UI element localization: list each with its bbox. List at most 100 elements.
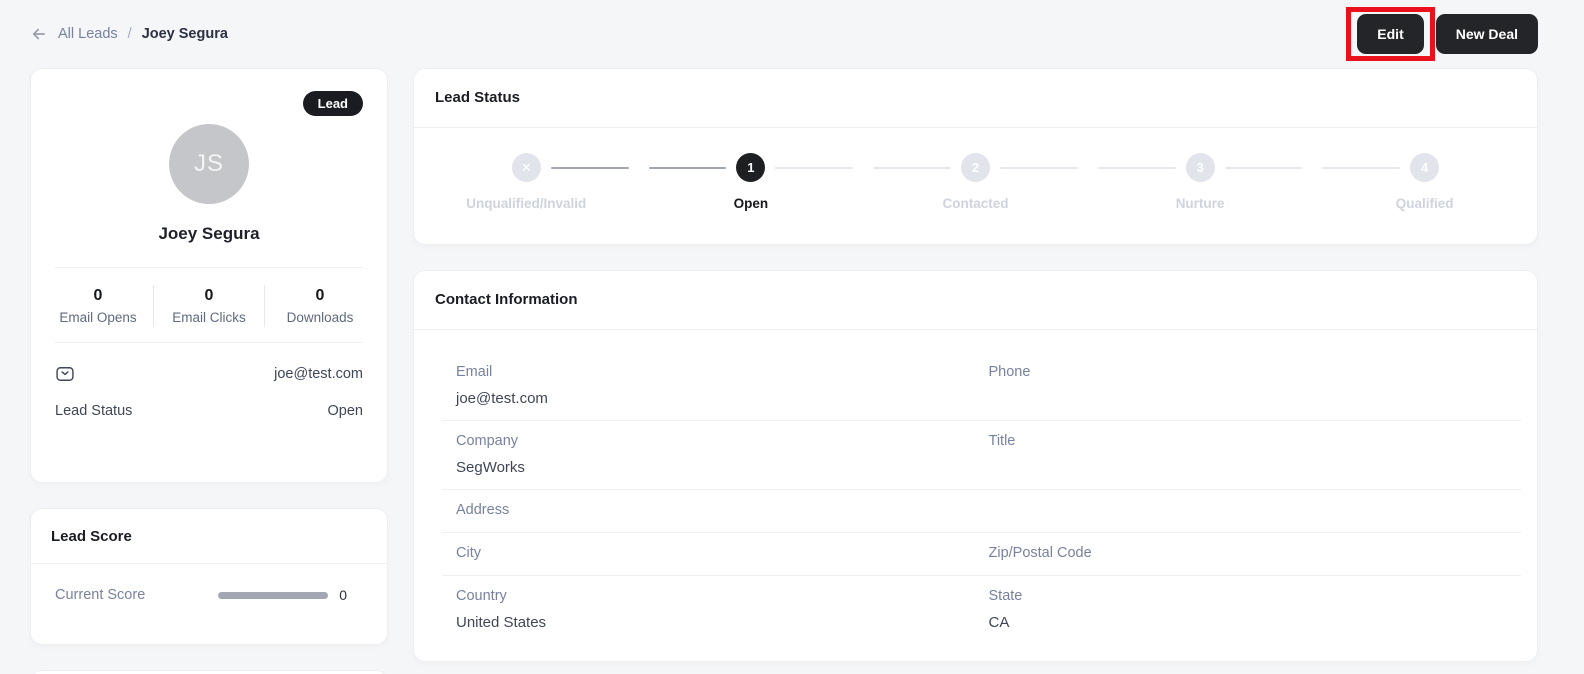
- email-row: joe@test.com: [55, 364, 363, 384]
- step-connector: [873, 166, 951, 169]
- step-connector: [1224, 166, 1303, 169]
- stat-value: 0: [315, 287, 325, 304]
- field-value: United States: [456, 614, 547, 631]
- stat-downloads: 0 Downloads: [264, 285, 375, 327]
- contact-information-card: Contact Information Email joe@test.com P…: [413, 270, 1538, 662]
- field-country: Country United States: [456, 586, 989, 633]
- step-qualified[interactable]: 4 Qualified: [1312, 153, 1537, 211]
- lead-status-value: Open: [327, 403, 363, 419]
- breadcrumb-all-leads[interactable]: All Leads: [58, 26, 118, 42]
- step-connector: [550, 166, 629, 169]
- step-label: Open: [733, 196, 769, 211]
- contact-row-company-title: Company SegWorks Title: [442, 421, 1521, 490]
- score-progress-bar: [218, 591, 329, 599]
- stat-value: 0: [93, 287, 103, 304]
- breadcrumb: All Leads / Joey Segura: [30, 25, 228, 43]
- contact-row-city-zip: City Zip/Postal Code: [442, 533, 1521, 576]
- step-connector: [999, 166, 1078, 169]
- edit-button[interactable]: Edit: [1357, 14, 1424, 54]
- field-address: Address: [456, 500, 1521, 521]
- step-label: Nurture: [1175, 196, 1225, 211]
- breadcrumb-current: Joey Segura: [141, 26, 228, 42]
- lead-status-card: Lead Status ✕ Unqualified/Invalid 1 Open…: [413, 68, 1538, 245]
- step-connector: [775, 166, 854, 169]
- stat-email-clicks: 0 Email Clicks: [153, 285, 264, 327]
- badge-row: Lead: [31, 69, 387, 116]
- field-label: City: [456, 545, 481, 561]
- field-label: Phone: [988, 364, 1031, 380]
- profile-summary-rows: joe@test.com Lead Status Open: [31, 364, 387, 419]
- lead-status-label: Lead Status: [55, 403, 133, 419]
- field-email: Email joe@test.com: [456, 362, 989, 409]
- field-label: State: [988, 588, 1023, 604]
- field-city: City: [456, 543, 989, 564]
- step-connector: [424, 167, 502, 169]
- field-title: Title: [989, 431, 1522, 452]
- step-connector: [1322, 166, 1401, 169]
- field-label: Email: [456, 364, 493, 380]
- stat-value: 0: [204, 287, 214, 304]
- lead-score-card: Lead Score Current Score 0: [30, 508, 388, 645]
- lead-status-row: Lead Status Open: [55, 403, 363, 419]
- lead-email: joe@test.com: [274, 366, 363, 382]
- step-connector: [648, 166, 727, 169]
- field-label: Zip/Postal Code: [988, 545, 1092, 561]
- stat-label: Email Clicks: [172, 310, 246, 325]
- divider: [55, 342, 363, 343]
- stat-label: Downloads: [286, 310, 354, 325]
- engagement-stats: 0 Email Opens 0 Email Clicks 0 Downloads: [31, 268, 387, 342]
- step-contacted[interactable]: 2 Contacted: [863, 153, 1088, 211]
- new-deal-button[interactable]: New Deal: [1435, 14, 1538, 54]
- contact-info-title: Contact Information: [435, 291, 578, 308]
- step-label: Contacted: [942, 196, 1009, 211]
- field-value: joe@test.com: [456, 390, 548, 407]
- step-nurture[interactable]: 3 Nurture: [1088, 153, 1313, 211]
- step-circle-x: ✕: [511, 153, 541, 182]
- lead-profile-card: Lead JS Joey Segura 0 Email Opens 0 Emai…: [30, 68, 388, 483]
- step-label: Qualified: [1395, 196, 1454, 211]
- field-label: Title: [988, 433, 1016, 449]
- lead-status-title: Lead Status: [435, 89, 521, 106]
- step-circle-3: 3: [1185, 153, 1215, 182]
- breadcrumb-separator: /: [127, 26, 132, 42]
- step-connector: [1449, 167, 1527, 169]
- contact-info-body: Email joe@test.com Phone Company SegWork…: [414, 330, 1537, 644]
- step-circle-2: 2: [960, 153, 990, 182]
- step-circle-1: 1: [736, 153, 766, 182]
- contact-row-country-state: Country United States State CA: [442, 576, 1521, 644]
- avatar: JS: [169, 124, 249, 204]
- field-phone: Phone: [989, 362, 1522, 383]
- lead-detail-page: All Leads / Joey Segura Edit New Deal Le…: [0, 0, 1584, 674]
- step-circle-4: 4: [1410, 153, 1440, 182]
- lead-status-header: Lead Status: [414, 69, 1537, 127]
- field-value: SegWorks: [456, 459, 525, 476]
- field-label: Country: [456, 588, 507, 604]
- step-open[interactable]: 1 Open: [639, 153, 864, 211]
- page-header: All Leads / Joey Segura Edit New Deal: [30, 0, 1538, 68]
- header-actions: Edit New Deal: [1346, 7, 1538, 61]
- stat-email-opens: 0 Email Opens: [43, 285, 153, 327]
- field-label: Address: [456, 502, 510, 518]
- lead-score-title: Lead Score: [51, 528, 132, 545]
- contact-info-header: Contact Information: [414, 271, 1537, 329]
- current-score-label: Current Score: [55, 587, 146, 603]
- current-score-row: Current Score 0: [31, 564, 387, 626]
- score-value: 0: [339, 587, 347, 603]
- field-company: Company SegWorks: [456, 431, 989, 478]
- right-column: Lead Status ✕ Unqualified/Invalid 1 Open…: [413, 68, 1538, 662]
- lead-status-stepper: ✕ Unqualified/Invalid 1 Open 2 Contacted…: [414, 128, 1537, 211]
- step-connector: [1097, 166, 1176, 169]
- step-unqualified-invalid[interactable]: ✕ Unqualified/Invalid: [414, 153, 639, 211]
- contact-row-email-phone: Email joe@test.com Phone: [442, 352, 1521, 421]
- mail-icon: [55, 364, 75, 384]
- lead-type-badge: Lead: [302, 91, 363, 116]
- back-arrow-icon[interactable]: [30, 25, 48, 43]
- avatar-initials: JS: [193, 150, 224, 177]
- field-label: Company: [456, 433, 519, 449]
- field-state: State CA: [989, 586, 1522, 633]
- edit-button-wrap: Edit: [1346, 7, 1435, 61]
- field-value: CA: [988, 614, 1010, 631]
- content-columns: Lead JS Joey Segura 0 Email Opens 0 Emai…: [30, 68, 1538, 674]
- contact-row-address: Address: [442, 490, 1521, 533]
- left-column: Lead JS Joey Segura 0 Email Opens 0 Emai…: [30, 68, 388, 674]
